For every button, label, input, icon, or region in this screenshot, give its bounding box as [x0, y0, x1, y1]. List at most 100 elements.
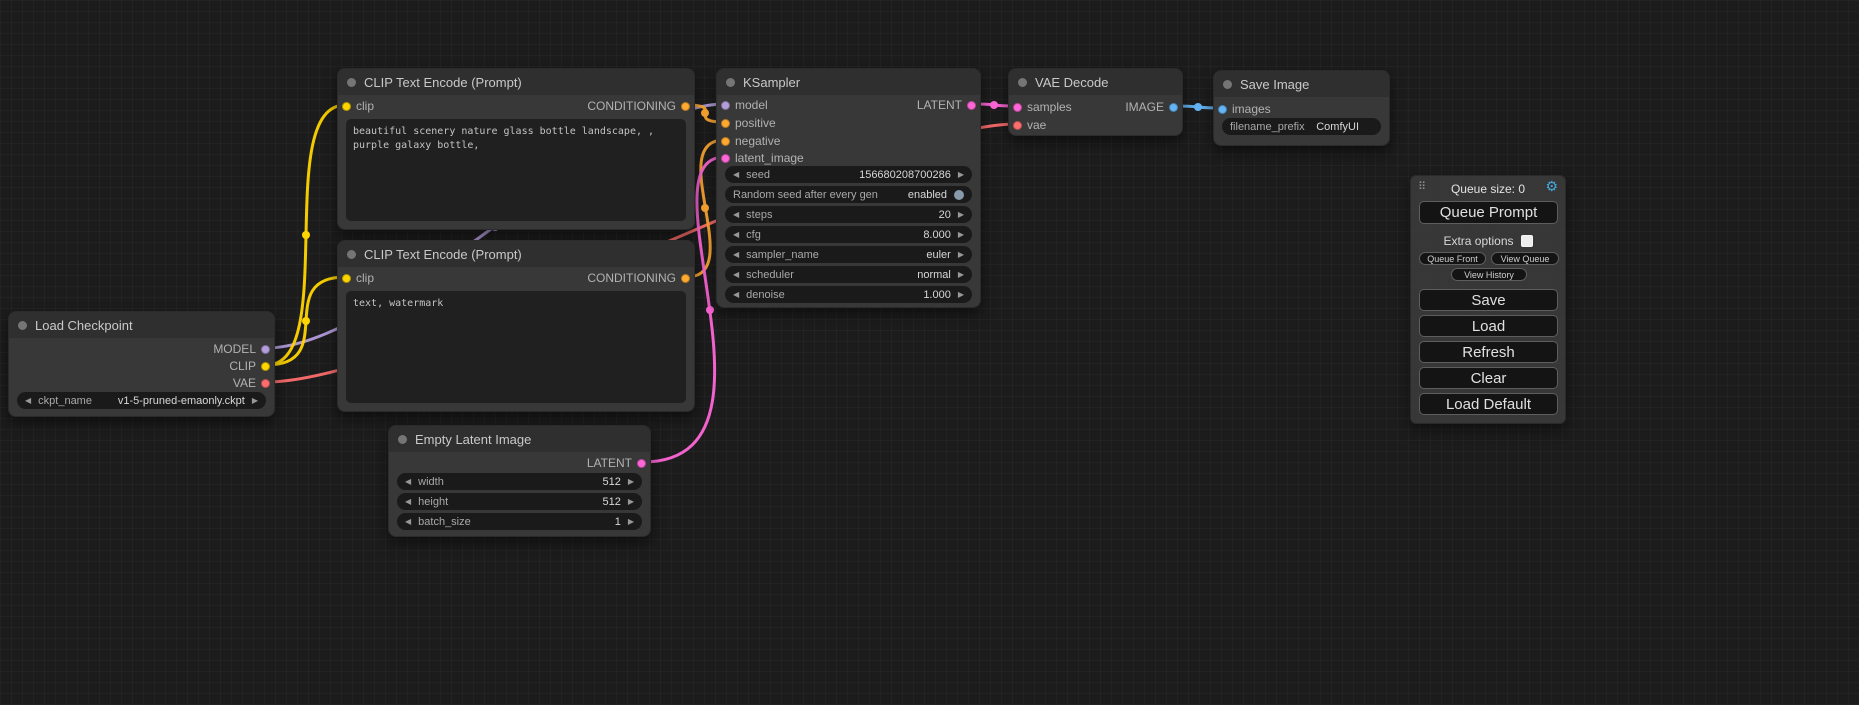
- batch-size-widget[interactable]: ◀ batch_size 1 ▶: [397, 513, 642, 530]
- widget-value: 1: [615, 516, 621, 528]
- save-button[interactable]: Save: [1419, 289, 1558, 311]
- node-title-bar[interactable]: Save Image: [1214, 71, 1389, 97]
- sampler-name-widget[interactable]: ◀ sampler_name euler ▶: [725, 246, 972, 263]
- increment-arrow-icon[interactable]: ▶: [628, 478, 634, 486]
- increment-arrow-icon[interactable]: ▶: [958, 231, 964, 239]
- clear-button[interactable]: Clear: [1419, 367, 1558, 389]
- negative-input-socket[interactable]: [721, 137, 730, 146]
- scheduler-widget[interactable]: ◀ scheduler normal ▶: [725, 266, 972, 283]
- conditioning-output-socket[interactable]: [681, 102, 690, 111]
- positive-input-socket[interactable]: [721, 119, 730, 128]
- slot-label: negative: [735, 134, 780, 148]
- decrement-arrow-icon[interactable]: ◀: [405, 498, 411, 506]
- node-title-bar[interactable]: KSampler: [717, 69, 980, 95]
- load-button[interactable]: Load: [1419, 315, 1558, 337]
- decrement-arrow-icon[interactable]: ◀: [25, 397, 31, 405]
- conditioning-output-socket[interactable]: [681, 274, 690, 283]
- wire-midpoint-dot: [990, 101, 998, 109]
- widget-label: denoise: [746, 289, 785, 301]
- node-clip-text-encode-positive[interactable]: CLIP Text Encode (Prompt) clip CONDITION…: [337, 68, 695, 230]
- output-slot-image: IMAGE: [1125, 100, 1178, 114]
- queue-front-button[interactable]: Queue Front: [1419, 252, 1486, 265]
- slot-label: CLIP: [229, 359, 256, 373]
- output-slot-conditioning: CONDITIONING: [587, 271, 690, 285]
- samples-input-socket[interactable]: [1013, 103, 1022, 112]
- node-clip-text-encode-negative[interactable]: CLIP Text Encode (Prompt) clip CONDITION…: [337, 240, 695, 412]
- toggle-dot-icon[interactable]: [954, 190, 964, 200]
- node-title-bar[interactable]: CLIP Text Encode (Prompt): [338, 241, 694, 267]
- node-title-bar[interactable]: Empty Latent Image: [389, 426, 650, 452]
- clip-input-socket[interactable]: [342, 102, 351, 111]
- decrement-arrow-icon[interactable]: ◀: [733, 291, 739, 299]
- wire-midpoint-dot: [701, 204, 709, 212]
- width-widget[interactable]: ◀ width 512 ▶: [397, 473, 642, 490]
- wire-midpoint-dot: [302, 231, 310, 239]
- view-queue-button[interactable]: View Queue: [1491, 252, 1559, 265]
- input-slot-images: images: [1218, 102, 1271, 116]
- latent-output-socket[interactable]: [967, 101, 976, 110]
- model-input-socket[interactable]: [721, 101, 730, 110]
- decrement-arrow-icon[interactable]: ◀: [733, 271, 739, 279]
- image-output-socket[interactable]: [1169, 103, 1178, 112]
- node-status-dot-icon: [398, 435, 407, 444]
- clip-input-socket[interactable]: [342, 274, 351, 283]
- increment-arrow-icon[interactable]: ▶: [958, 291, 964, 299]
- cfg-widget[interactable]: ◀ cfg 8.000 ▶: [725, 226, 972, 243]
- decrement-arrow-icon[interactable]: ◀: [405, 518, 411, 526]
- negative-prompt-textarea[interactable]: text, watermark: [346, 291, 686, 403]
- node-ksampler[interactable]: KSampler model positive negative latent_…: [716, 68, 981, 308]
- filename-prefix-widget[interactable]: filename_prefix ComfyUI: [1222, 118, 1381, 135]
- increment-arrow-icon[interactable]: ▶: [252, 397, 258, 405]
- height-widget[interactable]: ◀ height 512 ▶: [397, 493, 642, 510]
- latent-image-input-socket[interactable]: [721, 154, 730, 163]
- refresh-button[interactable]: Refresh: [1419, 341, 1558, 363]
- node-status-dot-icon: [1223, 80, 1232, 89]
- steps-widget[interactable]: ◀ steps 20 ▶: [725, 206, 972, 223]
- node-title-bar[interactable]: Load Checkpoint: [9, 312, 274, 338]
- increment-arrow-icon[interactable]: ▶: [958, 171, 964, 179]
- queue-prompt-button[interactable]: Queue Prompt: [1419, 201, 1558, 224]
- increment-arrow-icon[interactable]: ▶: [628, 518, 634, 526]
- positive-prompt-textarea[interactable]: beautiful scenery nature glass bottle la…: [346, 119, 686, 221]
- decrement-arrow-icon[interactable]: ◀: [733, 231, 739, 239]
- menu-panel[interactable]: ⠿ Queue size: 0 ⚙ Queue Prompt Extra opt…: [1410, 175, 1566, 424]
- input-slot-model: model: [721, 98, 768, 112]
- node-load-checkpoint[interactable]: Load Checkpoint MODEL CLIP VAE ◀ ckpt_na…: [8, 311, 275, 417]
- increment-arrow-icon[interactable]: ▶: [628, 498, 634, 506]
- model-output-socket[interactable]: [261, 345, 270, 354]
- node-title-bar[interactable]: VAE Decode: [1009, 69, 1182, 95]
- random-seed-toggle[interactable]: Random seed after every gen enabled: [725, 186, 972, 203]
- clip-output-socket[interactable]: [261, 362, 270, 371]
- images-input-socket[interactable]: [1218, 105, 1227, 114]
- view-history-button[interactable]: View History: [1451, 268, 1527, 281]
- increment-arrow-icon[interactable]: ▶: [958, 271, 964, 279]
- seed-widget[interactable]: ◀ seed 156680208700286 ▶: [725, 166, 972, 183]
- decrement-arrow-icon[interactable]: ◀: [733, 251, 739, 259]
- widget-label: steps: [746, 209, 772, 221]
- settings-gear-icon[interactable]: ⚙: [1545, 179, 1558, 193]
- decrement-arrow-icon[interactable]: ◀: [733, 171, 739, 179]
- decrement-arrow-icon[interactable]: ◀: [733, 211, 739, 219]
- input-slot-clip: clip: [342, 99, 374, 113]
- queue-size-label: Queue size: 0: [1411, 182, 1565, 196]
- slot-label: LATENT: [917, 98, 962, 112]
- node-vae-decode[interactable]: VAE Decode samples vae IMAGE: [1008, 68, 1183, 136]
- node-empty-latent-image[interactable]: Empty Latent Image LATENT ◀ width 512 ▶ …: [388, 425, 651, 537]
- load-default-button[interactable]: Load Default: [1419, 393, 1558, 415]
- comfyui-canvas[interactable]: { "colors": { "canvas_bg": "#1c1c1c", "n…: [0, 0, 1859, 705]
- node-save-image[interactable]: Save Image images filename_prefix ComfyU…: [1213, 70, 1390, 146]
- slot-label: positive: [735, 116, 776, 130]
- increment-arrow-icon[interactable]: ▶: [958, 211, 964, 219]
- node-title-bar[interactable]: CLIP Text Encode (Prompt): [338, 69, 694, 95]
- slot-label: clip: [356, 99, 374, 113]
- increment-arrow-icon[interactable]: ▶: [958, 251, 964, 259]
- decrement-arrow-icon[interactable]: ◀: [405, 478, 411, 486]
- vae-output-socket[interactable]: [261, 379, 270, 388]
- ckpt-name-widget[interactable]: ◀ ckpt_name v1-5-pruned-emaonly.ckpt ▶: [17, 392, 266, 409]
- latent-output-socket[interactable]: [637, 459, 646, 468]
- extra-options-checkbox[interactable]: [1521, 235, 1533, 247]
- wire-midpoint-dot: [1194, 103, 1202, 111]
- denoise-widget[interactable]: ◀ denoise 1.000 ▶: [725, 286, 972, 303]
- node-status-dot-icon: [726, 78, 735, 87]
- vae-input-socket[interactable]: [1013, 121, 1022, 130]
